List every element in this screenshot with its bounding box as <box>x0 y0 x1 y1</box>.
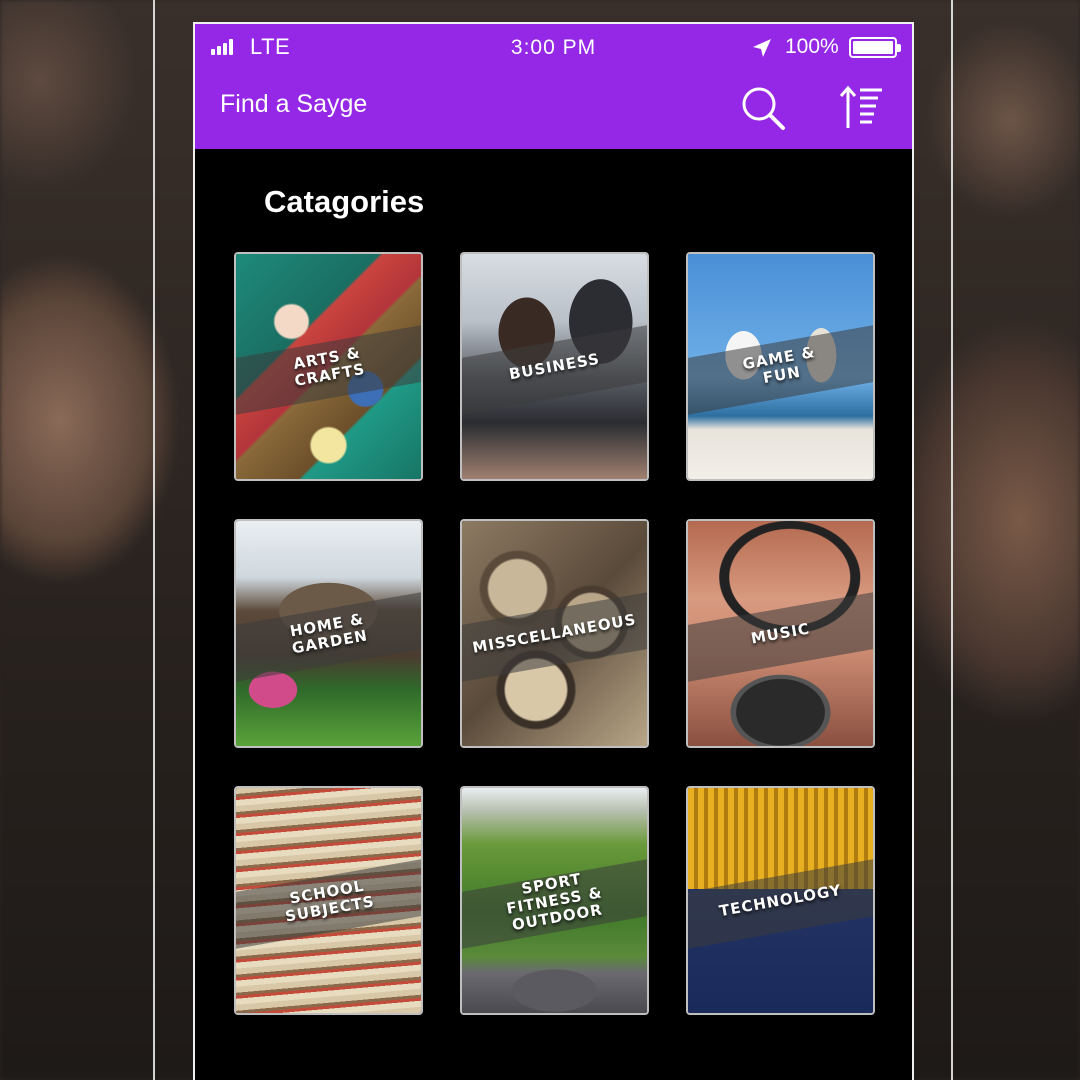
category-tile-music[interactable]: MUSIC <box>686 519 875 748</box>
category-tile-sport[interactable]: SPORT FITNESS & OUTDOOR <box>460 786 649 1015</box>
location-arrow-icon <box>753 39 771 57</box>
search-button[interactable] <box>739 84 787 132</box>
category-tile-technology[interactable]: TECHNOLOGY <box>686 786 875 1015</box>
category-tile-miscellaneous[interactable]: MISSCELLANEOUS <box>460 519 649 748</box>
search-icon <box>742 87 785 130</box>
app-header: LTE 3:00 PM 100% Find a Sayge <box>195 24 912 149</box>
phone-screen: LTE 3:00 PM 100% Find a Sayge Catagories… <box>193 22 914 1080</box>
category-tile-arts-crafts[interactable]: ARTS & CRAFTS <box>234 252 423 481</box>
category-tile-business[interactable]: BUSINESS <box>460 252 649 481</box>
frame-line-right <box>951 0 953 1080</box>
section-title: Catagories <box>264 184 425 219</box>
battery-icon <box>849 37 901 58</box>
frame-line-left <box>153 0 155 1080</box>
status-bar: LTE 3:00 PM 100% <box>195 24 912 72</box>
app-title: Find a Sayge <box>220 90 368 118</box>
category-tile-home-garden[interactable]: HOME & GARDEN <box>234 519 423 748</box>
sort-button[interactable] <box>838 84 886 132</box>
sort-icon <box>839 85 882 128</box>
category-grid: ARTS & CRAFTS BUSINESS GAME & FUN HOME &… <box>234 252 875 1015</box>
category-tile-school-subjects[interactable]: SCHOOL SUBJECTS <box>234 786 423 1015</box>
category-tile-game-fun[interactable]: GAME & FUN <box>686 252 875 481</box>
battery-percent: 100% <box>785 35 839 58</box>
